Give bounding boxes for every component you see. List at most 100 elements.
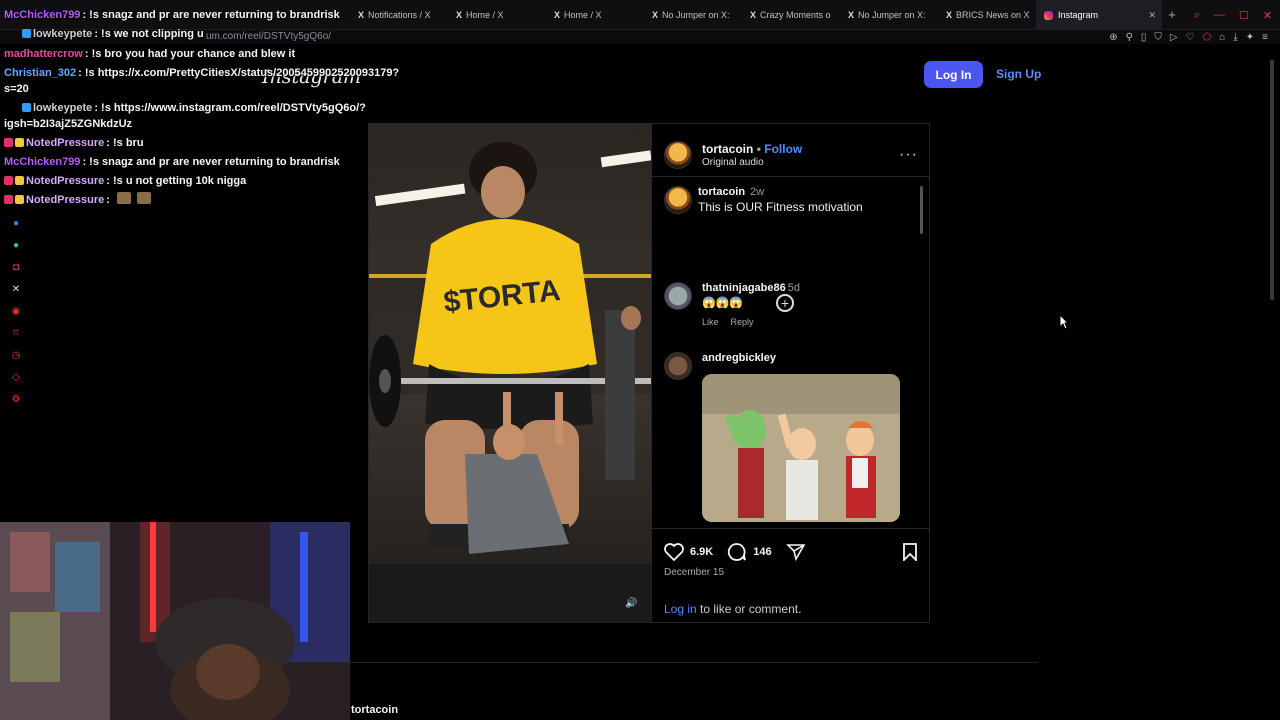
chat-line: NotedPressure: !s bru <box>4 134 144 153</box>
badge-icon <box>15 176 24 185</box>
chat-line: NotedPressure: <box>4 191 153 210</box>
record-icon[interactable]: ◉ <box>9 304 23 318</box>
heart-icon[interactable]: ♡ <box>1186 32 1195 43</box>
avatar[interactable] <box>664 186 692 214</box>
comment-username[interactable]: tortacoin <box>698 186 745 198</box>
chat-message: : <box>106 194 110 206</box>
tab-label: Instagram <box>1058 10 1099 20</box>
login-button[interactable]: Log In <box>924 61 983 88</box>
chat-username: lowkeypete <box>33 28 93 40</box>
post-media[interactable]: $TORTA 🔊 <box>369 124 651 622</box>
chat-message: igsh=b2I3ajZ5ZGNkdzUz <box>4 118 133 130</box>
menu-icon[interactable]: ≡ <box>1262 32 1268 43</box>
badge-icon <box>4 138 13 147</box>
footer-username[interactable]: tortacoin <box>351 704 398 716</box>
share-icon[interactable] <box>785 543 806 561</box>
chat-username: McChicken799 <box>4 156 81 168</box>
like-comment-button[interactable]: Like <box>702 317 719 327</box>
badge-icon <box>15 138 24 147</box>
chat-message: : !s u not getting 10k nigga <box>106 175 247 187</box>
comment-header: thatninjagabe86 5d <box>702 282 800 294</box>
chat-message: : !s bru <box>106 137 144 149</box>
extension-icon[interactable]: ⬠ <box>1203 32 1212 43</box>
comment-icon[interactable] <box>727 542 747 562</box>
scrollbar-thumb[interactable] <box>920 186 923 234</box>
comment-time: 5d <box>787 282 800 294</box>
window-controls: ⌕ — ☐ ✕ <box>1194 0 1272 30</box>
pin-icon[interactable]: ⚲ <box>1126 32 1133 43</box>
comment-text: 😱😱😱 <box>702 297 744 309</box>
heart-icon[interactable] <box>664 543 684 561</box>
history-icon[interactable]: ◷ <box>9 348 23 362</box>
reply-button[interactable]: Reply <box>731 317 754 327</box>
page-scrollbar[interactable] <box>1270 60 1276 710</box>
shield-icon[interactable]: ⛉ <box>1154 32 1162 43</box>
chat-message: : !s https://www.instagram.com/reel/DSTV… <box>94 102 366 114</box>
tab-x-1[interactable]: X Home / X <box>448 0 546 30</box>
chat-message: : !s bro you had your chance and blew it <box>84 48 296 60</box>
like-count: 6.9K <box>690 546 714 558</box>
maximize-icon[interactable]: ☐ <box>1239 9 1249 22</box>
tab-x-5[interactable]: X No Jumper on X: <box>840 0 938 30</box>
signup-link[interactable]: Sign Up <box>996 67 1041 81</box>
chat-username: lowkeypete <box>33 102 93 114</box>
badge-icon <box>22 29 31 38</box>
comment-body: tortacoin 2w This is OUR Fitness motivat… <box>698 186 863 214</box>
tab-label: BRICS News on X <box>956 10 1030 20</box>
close-window-icon[interactable]: ✕ <box>1263 9 1272 22</box>
post-username[interactable]: tortacoin <box>702 142 753 156</box>
tab-x-6[interactable]: X BRICS News on X <box>938 0 1036 30</box>
chat-username: Christian_302 <box>4 67 77 79</box>
tab-x-3[interactable]: X No Jumper on X: <box>644 0 742 30</box>
play-icon[interactable]: ▷ <box>1170 32 1178 43</box>
comment-header: andregbickley <box>702 352 776 364</box>
bookmark-icon[interactable]: ⌑ <box>9 326 23 340</box>
login-link[interactable]: Log in <box>664 602 697 616</box>
settings-icon[interactable]: ⚙ <box>9 392 23 406</box>
chat-username: NotedPressure <box>26 194 105 206</box>
bookmark-icon[interactable] <box>902 543 918 561</box>
chat-line: igsh=b2I3ajZ5ZGNkdzUz <box>4 115 132 134</box>
bookmark-icon[interactable]: ▯ <box>1141 32 1147 43</box>
new-tab-button[interactable]: + <box>1162 0 1182 30</box>
comments-scrollbar[interactable] <box>920 180 925 524</box>
x-logo-icon: X <box>750 10 757 20</box>
chat-message: : !s https://x.com/PrettyCitiesX/status/… <box>78 67 400 79</box>
tab-x-4[interactable]: X Crazy Moments o <box>742 0 840 30</box>
caption-text: This is OUR Fitness motivation <box>698 200 863 214</box>
search-icon[interactable]: ⌕ <box>1194 9 1200 22</box>
audio-label[interactable]: Original audio <box>702 157 802 168</box>
ai-icon[interactable]: ✦ <box>1246 32 1254 43</box>
tab-x-0[interactable]: X Notifications / X <box>350 0 448 30</box>
avatar[interactable] <box>664 352 692 380</box>
zoom-icon[interactable]: ⊕ <box>1109 32 1117 43</box>
comment-username[interactable]: andregbickley <box>702 352 776 364</box>
mute-icon: 🔊 <box>625 596 637 609</box>
tab-instagram[interactable]: Instagram ✕ <box>1036 0 1162 30</box>
comment-gif[interactable] <box>702 374 900 522</box>
chat-line: McChicken799: !s snagz and pr are never … <box>4 153 340 172</box>
x-icon[interactable]: ✕ <box>9 282 23 296</box>
divider <box>652 528 929 529</box>
download-icon[interactable]: ⤓ <box>1233 32 1237 43</box>
avatar[interactable] <box>664 141 692 169</box>
close-tab-icon[interactable]: ✕ <box>1148 10 1156 21</box>
follow-button[interactable]: Follow <box>764 142 802 156</box>
scrollbar-thumb[interactable] <box>1270 60 1274 300</box>
instagram-icon[interactable]: ◘ <box>9 260 23 274</box>
browser-toolbar: ⊕ ⚲ ▯ ⛉ ▷ ♡ ⬠ ⌂ ⤓ ✦ ≡ <box>1109 30 1268 44</box>
messenger-icon[interactable]: ● <box>9 216 23 230</box>
x-logo-icon: X <box>946 10 953 20</box>
gif-image <box>702 374 900 522</box>
sidebar-rail: ● ● ◘ ✕ ◉ ⌑ ◷ ◇ ⚙ <box>6 216 26 406</box>
tab-x-2[interactable]: X Home / X <box>546 0 644 30</box>
minimize-icon[interactable]: — <box>1214 9 1225 21</box>
avatar[interactable] <box>664 282 692 310</box>
comment-username[interactable]: thatninjagabe86 <box>702 282 786 294</box>
whatsapp-icon[interactable]: ● <box>9 238 23 252</box>
more-options-icon[interactable]: ··· <box>899 146 918 164</box>
chat-line: NotedPressure: !s u not getting 10k nigg… <box>4 172 246 191</box>
box-icon[interactable]: ◇ <box>9 370 23 384</box>
wallet-icon[interactable]: ⌂ <box>1219 32 1225 43</box>
badge-icon <box>4 176 13 185</box>
